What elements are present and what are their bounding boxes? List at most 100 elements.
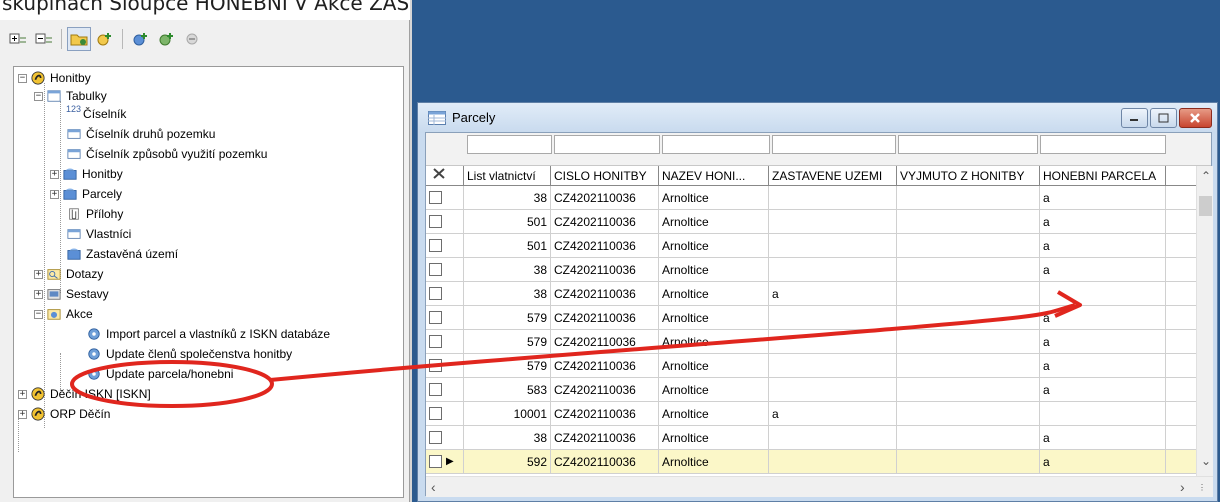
tree-node-vlastnici[interactable]: Vlastníci [66, 225, 131, 243]
table-cell-honebni[interactable]: a [1040, 210, 1166, 234]
table-cell-cislo[interactable]: CZ4202110036 [551, 258, 659, 282]
tree-node-dotazy[interactable]: + Dotazy [34, 265, 103, 283]
table-row[interactable]: 579 CZ4202110036 Arnoltice a [426, 306, 1196, 330]
table-cell-honebni[interactable]: a [1040, 306, 1166, 330]
table-row[interactable]: 10001 CZ4202110036 Arnoltice a [426, 402, 1196, 426]
table-cell-honebni[interactable]: a [1040, 330, 1166, 354]
row-checkbox[interactable] [429, 455, 442, 468]
select-all-icon[interactable] [426, 166, 464, 186]
row-checkbox[interactable] [429, 431, 442, 444]
expand-toggle-icon[interactable]: + [18, 389, 27, 399]
expand-toggle-icon[interactable]: + [34, 269, 43, 279]
table-cell-vyj[interactable] [897, 378, 1040, 402]
table-cell-vyj[interactable] [897, 306, 1040, 330]
tree-node-honitby-child[interactable]: + Honitby [50, 165, 123, 183]
table-cell-honebni[interactable]: a [1040, 258, 1166, 282]
filter-input-honebni[interactable] [1040, 135, 1166, 154]
tree-node-ciselnik-druhu[interactable]: Číselník druhů pozemku [66, 125, 215, 143]
column-header-nazev[interactable]: NAZEV HONI... [659, 166, 769, 186]
tree-node-zastavena[interactable]: Zastavěná území [66, 245, 178, 263]
table-cell-honebni[interactable]: a [1040, 450, 1166, 474]
table-cell-nazev[interactable]: Arnoltice [659, 354, 769, 378]
collapse-toggle-icon[interactable]: − [18, 73, 27, 83]
window-titlebar[interactable]: Parcely [418, 103, 1217, 133]
folder-icon[interactable] [67, 27, 91, 51]
table-cell-cislo[interactable]: CZ4202110036 [551, 210, 659, 234]
table-row[interactable]: 501 CZ4202110036 Arnoltice a [426, 210, 1196, 234]
row-checkbox[interactable] [429, 287, 442, 300]
row-checkbox-cell[interactable] [426, 306, 464, 330]
row-checkbox-cell[interactable] [426, 426, 464, 450]
add-star-icon[interactable] [154, 27, 178, 51]
column-header-cislo[interactable]: CISLO HONITBY [551, 166, 659, 186]
table-cell-cislo[interactable]: CZ4202110036 [551, 378, 659, 402]
table-cell-honebni[interactable]: a [1040, 378, 1166, 402]
tree-node-parcely[interactable]: + Parcely [50, 185, 122, 203]
table-cell-zast[interactable] [769, 330, 897, 354]
table-cell-cislo[interactable]: CZ4202110036 [551, 354, 659, 378]
row-checkbox-cell[interactable] [426, 258, 464, 282]
expand-toggle-icon[interactable]: + [18, 409, 27, 419]
column-header-vyjmuto[interactable]: VYJMUTO Z HONITBY [897, 166, 1040, 186]
table-cell-cislo[interactable]: CZ4202110036 [551, 402, 659, 426]
column-header-list[interactable]: List vlatnictví [464, 166, 551, 186]
tree-node-honitby[interactable]: − Honitby [18, 69, 91, 87]
table-cell-honebni[interactable]: a [1040, 354, 1166, 378]
filter-input-nazev[interactable] [662, 135, 770, 154]
table-cell-nazev[interactable]: Arnoltice [659, 186, 769, 210]
row-checkbox[interactable] [429, 191, 442, 204]
table-cell-zast[interactable] [769, 426, 897, 450]
tree-node-akce[interactable]: − Akce [34, 305, 93, 323]
table-cell-lv[interactable]: 579 [464, 330, 551, 354]
table-row[interactable]: ▶ 592 CZ4202110036 Arnoltice a [426, 450, 1196, 474]
filter-input-vyjmuto[interactable] [898, 135, 1038, 154]
minimize-button[interactable] [1121, 108, 1148, 128]
row-checkbox[interactable] [429, 263, 442, 276]
table-cell-vyj[interactable] [897, 354, 1040, 378]
tree-view[interactable]: − Honitby − Tabulky 123 Číselník Číselní… [13, 66, 404, 498]
table-cell-zast[interactable] [769, 378, 897, 402]
tree-node-update-clenu[interactable]: Update členů společenstva honitby [86, 345, 292, 363]
horizontal-scrollbar[interactable]: ‹ › ⋮ [426, 476, 1213, 497]
row-checkbox-cell[interactable] [426, 186, 464, 210]
table-cell-cislo[interactable]: CZ4202110036 [551, 426, 659, 450]
row-checkbox-cell[interactable]: ▶ [426, 450, 464, 474]
table-cell-honebni[interactable] [1040, 402, 1166, 426]
table-cell-lv[interactable]: 38 [464, 186, 551, 210]
tree-node-tabulky[interactable]: − Tabulky [34, 87, 107, 105]
table-cell-lv[interactable]: 38 [464, 258, 551, 282]
table-cell-honebni[interactable]: a [1040, 186, 1166, 210]
table-cell-lv[interactable]: 583 [464, 378, 551, 402]
row-checkbox[interactable] [429, 359, 442, 372]
table-cell-vyj[interactable] [897, 234, 1040, 258]
table-cell-cislo[interactable]: CZ4202110036 [551, 186, 659, 210]
table-cell-nazev[interactable]: Arnoltice [659, 234, 769, 258]
tree-node-update-parcela[interactable]: Update parcela/honebni [86, 365, 233, 383]
table-cell-vyj[interactable] [897, 282, 1040, 306]
table-row[interactable]: 583 CZ4202110036 Arnoltice a [426, 378, 1196, 402]
table-cell-cislo[interactable]: CZ4202110036 [551, 450, 659, 474]
table-cell-vyj[interactable] [897, 330, 1040, 354]
tree-node-import[interactable]: Import parcel a vlastníků z ISKN databáz… [86, 325, 330, 343]
table-cell-zast[interactable]: a [769, 282, 897, 306]
add-icon[interactable] [93, 27, 117, 51]
column-header-zastavene[interactable]: ZASTAVENE UZEMI [769, 166, 897, 186]
table-row[interactable]: 38 CZ4202110036 Arnoltice a [426, 426, 1196, 450]
table-cell-lv[interactable]: 592 [464, 450, 551, 474]
table-cell-nazev[interactable]: Arnoltice [659, 402, 769, 426]
collapse-all-icon[interactable] [32, 27, 56, 51]
scroll-up-icon[interactable]: ⌃ [1201, 169, 1211, 183]
table-cell-honebni[interactable]: a [1040, 234, 1166, 258]
table-cell-lv[interactable]: 10001 [464, 402, 551, 426]
table-cell-vyj[interactable] [897, 402, 1040, 426]
table-cell-lv[interactable]: 38 [464, 426, 551, 450]
table-cell-vyj[interactable] [897, 186, 1040, 210]
table-cell-nazev[interactable]: Arnoltice [659, 306, 769, 330]
table-cell-vyj[interactable] [897, 258, 1040, 282]
table-cell-nazev[interactable]: Arnoltice [659, 378, 769, 402]
tree-node-sestavy[interactable]: + Sestavy [34, 285, 109, 303]
table-cell-nazev[interactable]: Arnoltice [659, 450, 769, 474]
table-cell-nazev[interactable]: Arnoltice [659, 282, 769, 306]
row-checkbox[interactable] [429, 335, 442, 348]
row-checkbox-cell[interactable] [426, 282, 464, 306]
